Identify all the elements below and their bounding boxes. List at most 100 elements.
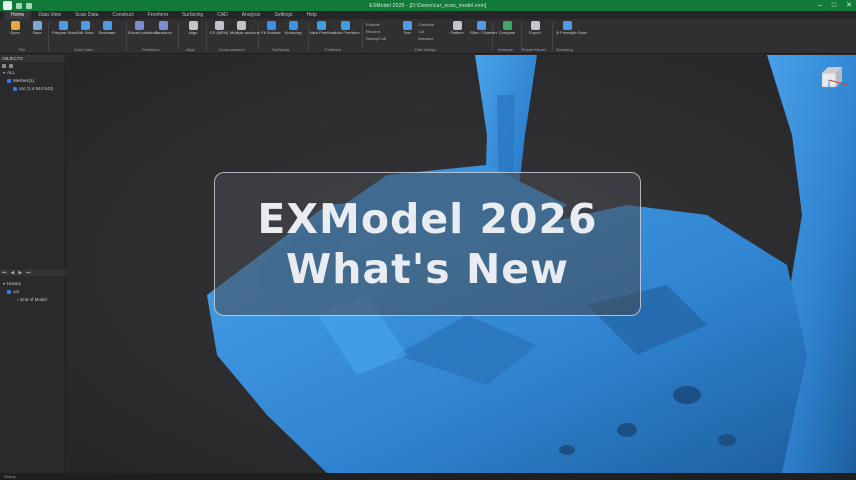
group-label-primitives: Primitives xyxy=(142,47,160,52)
tab-construct[interactable]: Construct xyxy=(105,11,140,19)
visibility-checkbox[interactable] xyxy=(13,87,17,91)
new-freeform-button[interactable]: New Freeform xyxy=(310,21,336,36)
group-separator xyxy=(521,22,522,51)
ribbon-button-label: CS (NEW) xyxy=(209,30,229,35)
tree-item-label: ALL xyxy=(7,70,16,75)
tab-analysis[interactable]: Analysis xyxy=(235,11,268,19)
prepare-scan-icon xyxy=(58,21,68,30)
surfacing-button[interactable]: Surfacing xyxy=(282,21,304,36)
collapse-icon[interactable]: ▾ xyxy=(3,280,5,288)
construct-icon xyxy=(158,21,168,30)
group-label-analysis: Analysis xyxy=(498,47,513,52)
tree-item-meshes[interactable]: Meshes(1) xyxy=(0,77,65,85)
ribbon-button-label: Decimate xyxy=(98,30,116,35)
tab-home[interactable]: Home xyxy=(4,11,32,19)
banner-subtitle: What's New xyxy=(286,245,569,293)
fast-forward-icon[interactable]: ⏭ xyxy=(26,270,31,276)
sections-button[interactable]: Multiple sections xyxy=(230,21,260,36)
ribbon-button-label: Construct xyxy=(154,30,172,35)
rewind-icon[interactable]: ⏮ xyxy=(2,270,7,276)
ribbon-button-label: Prepare Scan xyxy=(52,30,77,35)
ribbon-button-label: Pattern xyxy=(450,30,464,35)
tree-item-label: Meshes(1) xyxy=(13,78,35,83)
cut-button[interactable]: Cut xyxy=(418,29,424,34)
construct-button[interactable]: Construct xyxy=(152,21,174,36)
new-freeform-icon xyxy=(316,21,326,30)
text-button[interactable]: Text xyxy=(396,21,418,36)
minimize-icon[interactable]: – xyxy=(818,1,822,10)
scanner-button[interactable]: 3i Freestyle Scan xyxy=(556,21,587,36)
banner-title: EXModel 2026 xyxy=(257,195,598,243)
ribbon-button-label: 3i Freestyle Scan xyxy=(556,30,587,35)
combine-button[interactable]: Combine xyxy=(418,22,434,27)
tab-freeform[interactable]: Freeform xyxy=(141,11,175,19)
history-item-car[interactable]: car xyxy=(0,288,66,296)
maximize-icon[interactable]: □ xyxy=(832,1,836,10)
visibility-icon[interactable] xyxy=(9,63,13,68)
edit-scan-button[interactable]: Edit Scan xyxy=(74,21,96,36)
objects-panel-header: OBJECTS xyxy=(0,55,65,62)
folder-button[interactable]: Open xyxy=(4,21,26,36)
fillet-button[interactable]: Fillet / Chamfer xyxy=(470,21,497,36)
group-separator xyxy=(178,22,179,51)
decimate-button[interactable]: Decimate xyxy=(96,21,118,36)
ribbon: Extrude Revolve Sweep/Loft Combine Cut I… xyxy=(0,19,856,54)
group-separator xyxy=(126,22,127,51)
visibility-checkbox[interactable] xyxy=(7,79,11,83)
ribbon-button-label: Fit Surface xyxy=(261,30,281,35)
menu-bar: Home Data View Scan Data Construct Freef… xyxy=(0,11,856,19)
intersect-button[interactable]: Intersect xyxy=(418,36,433,41)
ribbon-button-label: Extract primitives xyxy=(128,30,159,35)
tab-surfacing[interactable]: Surfacing xyxy=(175,11,210,19)
tab-data-view[interactable]: Data View xyxy=(31,11,68,19)
auto-freeform-button[interactable]: Auto Freeform xyxy=(334,21,360,36)
fit-surface-button[interactable]: Fit Surface xyxy=(260,21,282,36)
tab-cad[interactable]: CAD xyxy=(210,11,235,19)
history-panel: ▾ History car • End of Model xyxy=(0,280,66,304)
collapse-icon[interactable]: ▾ xyxy=(3,69,5,77)
cross-section-icon xyxy=(214,21,224,30)
history-toolbar: ⏮ ◀ ▶ ⏭ xyxy=(0,269,66,276)
prepare-scan-button[interactable]: Prepare Scan xyxy=(52,21,77,36)
tree-item-all[interactable]: ▾ ALL xyxy=(0,69,65,77)
folder-icon xyxy=(10,21,20,30)
primitives-button[interactable]: Extract primitives xyxy=(128,21,159,36)
export-button[interactable]: Export xyxy=(524,21,546,36)
pattern-button[interactable]: Pattern xyxy=(446,21,468,36)
surfacing-icon xyxy=(288,21,298,30)
extrude-button[interactable]: Extrude xyxy=(366,22,380,27)
objects-toolbar xyxy=(0,62,65,69)
tab-scan-data[interactable]: Scan Data xyxy=(68,11,105,19)
scanner-icon xyxy=(562,21,572,30)
compare-button[interactable]: Compare xyxy=(496,21,518,36)
step-back-icon[interactable]: ◀ xyxy=(11,270,15,276)
revolve-button[interactable]: Revolve xyxy=(366,29,380,34)
left-panel: OBJECTS ▾ ALL Meshes(1) car (1.4 544 543… xyxy=(0,55,66,473)
status-text: Ready xyxy=(4,474,16,479)
primitives-icon xyxy=(134,21,144,30)
ribbon-button-label: New Freeform xyxy=(310,30,336,35)
group-label-part-design: Part Design xyxy=(415,47,436,52)
mesh-icon xyxy=(7,290,11,294)
group-label-align: Align xyxy=(186,47,195,52)
ribbon-button-label: Edit Scan xyxy=(76,30,94,35)
edit-scan-icon xyxy=(80,21,90,30)
tree-item-car-mesh[interactable]: car (1.4 544 543) xyxy=(0,85,65,93)
tab-help[interactable]: Help xyxy=(299,11,323,19)
save-button[interactable]: Save xyxy=(26,21,48,36)
cross-section-button[interactable]: CS (NEW) xyxy=(208,21,230,36)
step-forward-icon[interactable]: ▶ xyxy=(18,270,22,276)
history-item-end-of-model[interactable]: • End of Model xyxy=(0,296,66,304)
pattern-icon xyxy=(452,21,462,30)
group-separator xyxy=(552,22,553,51)
tab-settings[interactable]: Settings xyxy=(267,11,299,19)
window-title: EXModel 2026 - [D:\Demo\car_scan_model.e… xyxy=(369,2,487,9)
group-label-scanning: Scanning xyxy=(556,47,573,52)
align-button[interactable]: Align xyxy=(182,21,204,36)
filter-icon[interactable] xyxy=(2,63,6,68)
close-icon[interactable]: ✕ xyxy=(846,1,852,10)
ribbon-button-label: Surfacing xyxy=(284,30,302,35)
group-separator xyxy=(206,22,207,51)
sweep-loft-button[interactable]: Sweep/Loft xyxy=(366,36,386,41)
group-separator xyxy=(362,22,363,51)
